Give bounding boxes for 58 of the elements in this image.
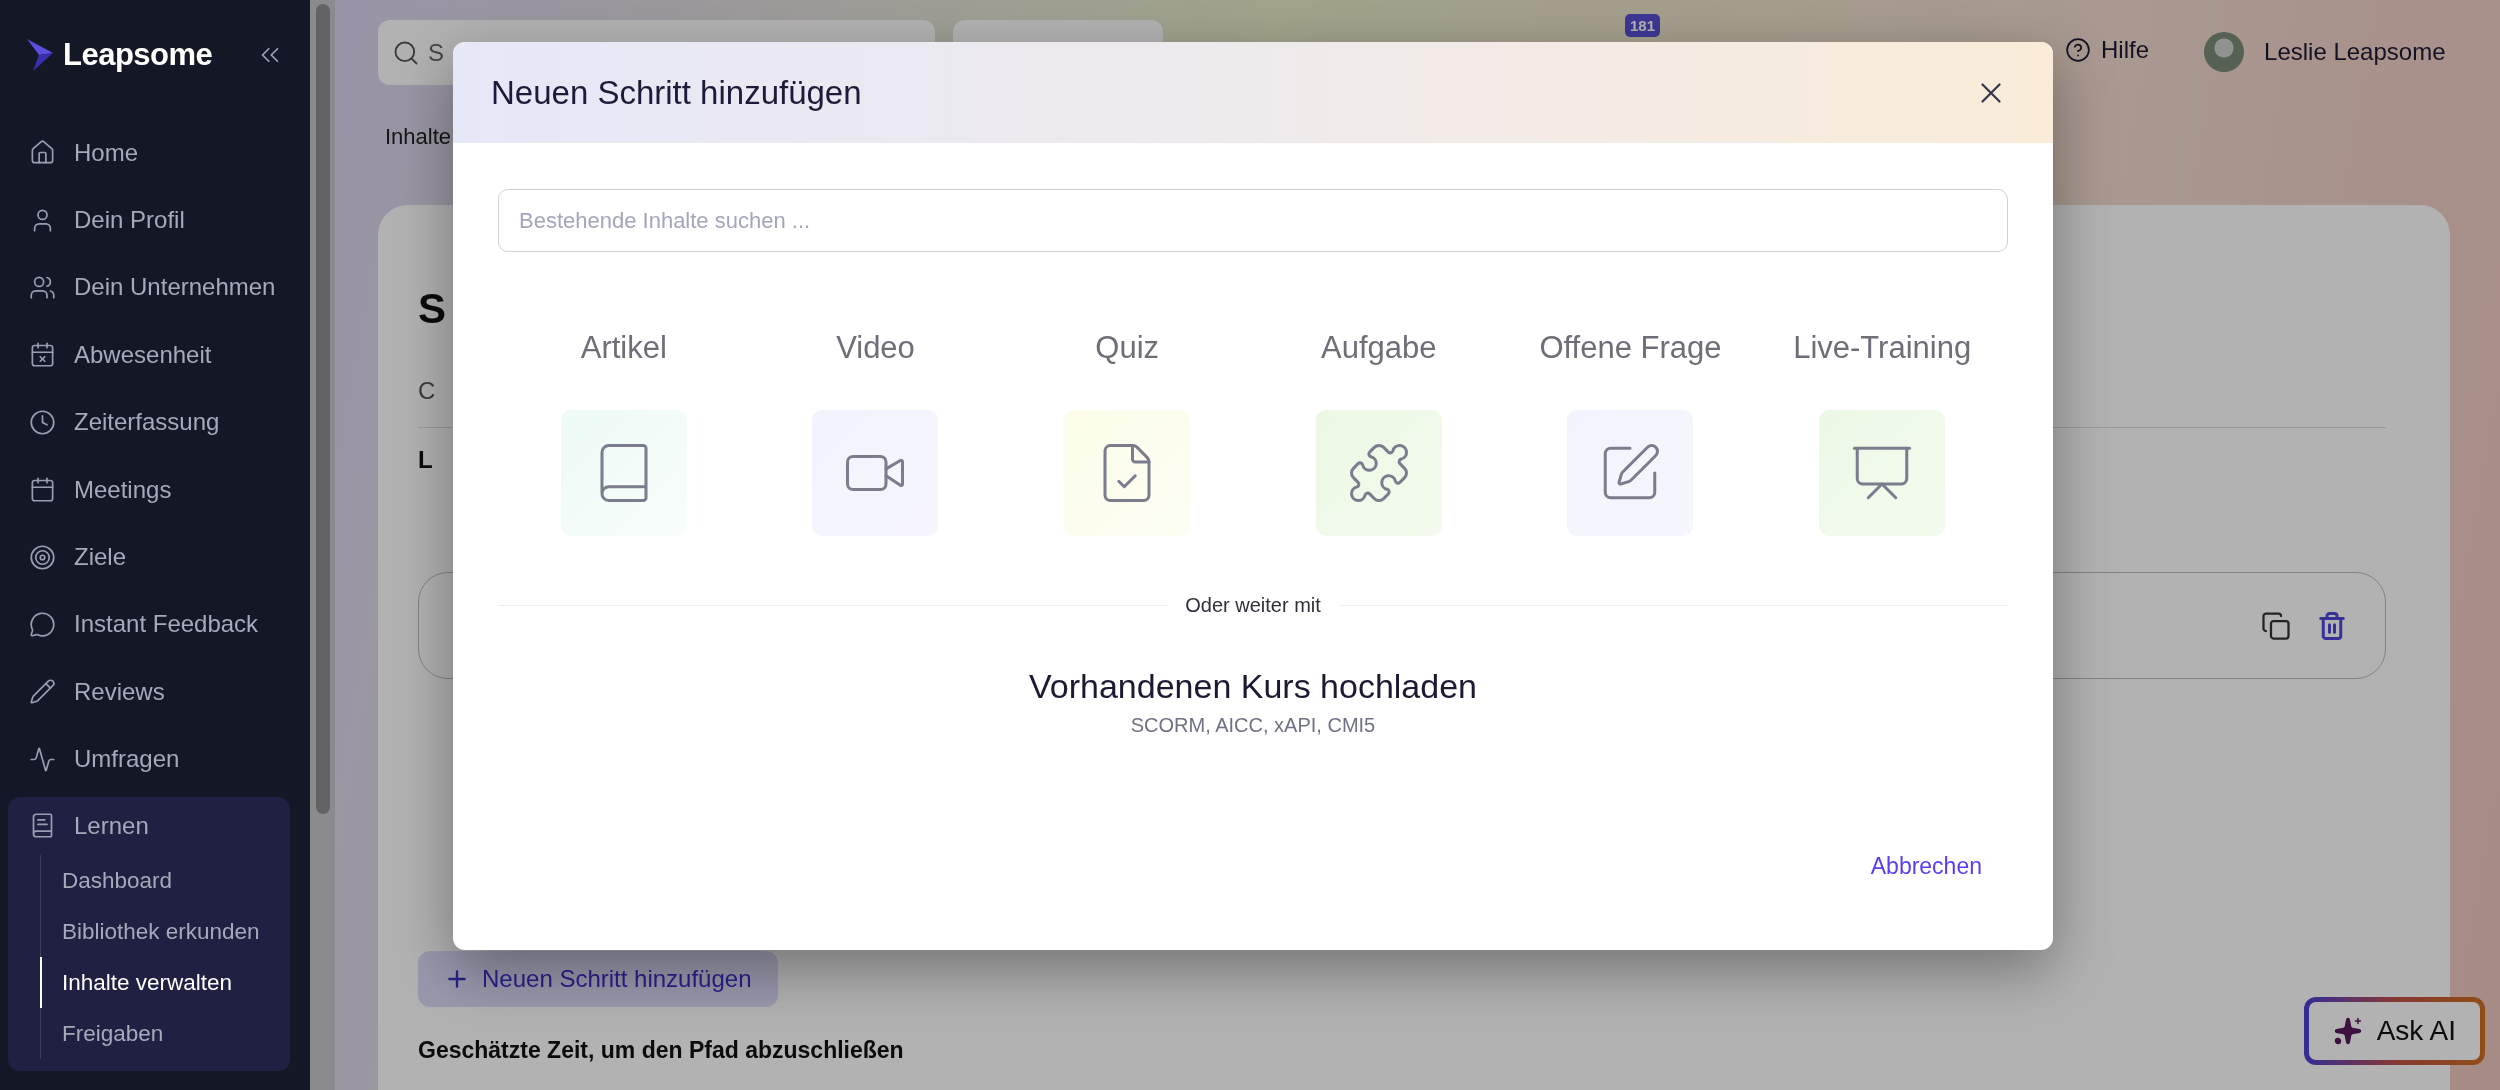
- page-heading: S: [418, 285, 446, 333]
- content-type-tile[interactable]: [1064, 410, 1191, 536]
- logo-icon: [25, 37, 55, 73]
- search-placeholder: S: [428, 38, 444, 67]
- notification-badge: 181: [1625, 14, 1661, 37]
- nav-item[interactable]: Meetings: [0, 455, 310, 524]
- nav-item[interactable]: Abwesenheit: [0, 321, 310, 389]
- content-type-label: Video: [836, 329, 915, 367]
- pulse-icon: [29, 745, 56, 773]
- help-icon: [2065, 37, 2092, 63]
- nav-item[interactable]: Reviews: [0, 658, 310, 726]
- nav-item[interactable]: Instant Feedback: [0, 590, 310, 659]
- speech-bubble-icon: [29, 610, 56, 638]
- content-type-tile[interactable]: [1567, 410, 1694, 536]
- nav-subitem[interactable]: Dashboard: [40, 854, 290, 906]
- content-type-label: Aufgabe: [1321, 329, 1437, 367]
- upload-formats: SCORM, AICC, xAPI, CMI5: [1130, 714, 1376, 737]
- target-icon: [29, 543, 56, 571]
- content-type-tile[interactable]: [1819, 410, 1946, 536]
- user-name[interactable]: Leslie Leapsome: [2264, 38, 2446, 66]
- nav-subitem[interactable]: Bibliothek erkunden: [40, 905, 290, 957]
- calendar-x-icon: [29, 341, 56, 369]
- calendar-icon: [29, 476, 56, 504]
- nav-item[interactable]: Lernen: [8, 796, 290, 855]
- add-step-button[interactable]: Neuen Schritt hinzufügen: [418, 951, 778, 1007]
- content-type-tile[interactable]: [1315, 410, 1442, 536]
- clock-icon: [29, 408, 56, 436]
- content-type-tile[interactable]: [812, 410, 939, 536]
- tab[interactable]: C: [418, 377, 436, 405]
- nav-item[interactable]: Zeiterfassung: [0, 388, 310, 456]
- nav-subitem[interactable]: Inhalte verwalten: [40, 956, 290, 1008]
- pencil-icon: [29, 678, 56, 706]
- scrollbar-thumb[interactable]: [315, 4, 330, 814]
- content-type-label: Offene Frage: [1539, 329, 1722, 367]
- nav-item[interactable]: Umfragen: [0, 725, 310, 793]
- content-type-label: Live-Training: [1793, 329, 1972, 367]
- nav-item[interactable]: Dein Profil: [0, 186, 310, 254]
- nav-subitem[interactable]: Freigaben: [40, 1007, 290, 1059]
- sparkles-icon: [2332, 1016, 2363, 1046]
- nav-item[interactable]: Home: [0, 119, 310, 187]
- divider-text: Oder weiter mit: [1185, 594, 1321, 617]
- cancel-link[interactable]: Abbrechen: [1870, 853, 1982, 880]
- help-link[interactable]: Hilfe: [2065, 36, 2150, 64]
- content-type-label: Artikel: [580, 329, 667, 367]
- user-avatar[interactable]: [2204, 32, 2245, 72]
- nav-item[interactable]: Dein Unternehmen: [0, 253, 310, 322]
- upload-course-link[interactable]: Vorhandenen Kurs hochladen: [1029, 667, 1477, 706]
- nav-item[interactable]: Ziele: [0, 523, 310, 591]
- logo-text: Leapsome: [63, 37, 213, 73]
- trash-icon[interactable]: [2317, 610, 2347, 641]
- copy-icon[interactable]: [2261, 610, 2291, 641]
- search-field[interactable]: Bestehende Inhalte suchen ...: [498, 189, 2008, 252]
- content-type-tile[interactable]: [560, 410, 687, 536]
- breadcrumb[interactable]: Inhalte: [385, 124, 452, 150]
- estimated-time-label: Geschätzte Zeit, um den Pfad abzuschließen: [418, 1037, 904, 1064]
- section-heading: L: [418, 446, 433, 474]
- dialog-title: Neuen Schritt hinzufügen: [491, 73, 862, 112]
- content-type-label: Quiz: [1095, 329, 1160, 367]
